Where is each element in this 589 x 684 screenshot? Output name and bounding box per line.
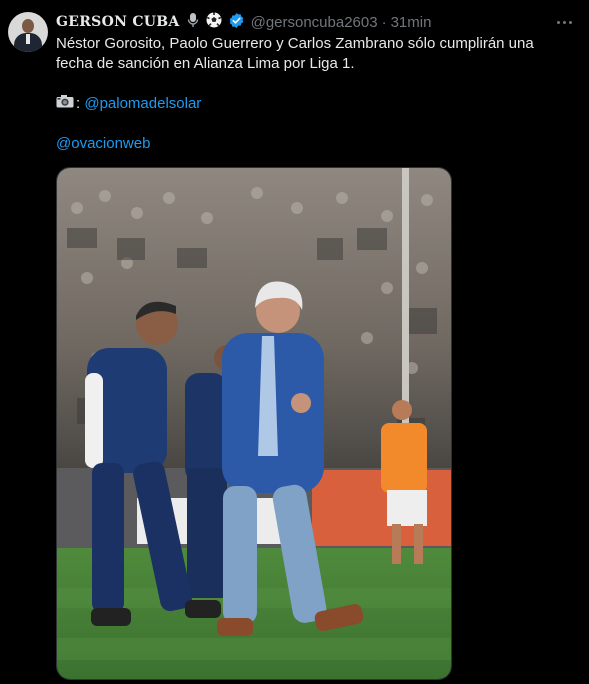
more-options-icon[interactable] (552, 12, 576, 32)
display-name[interactable]: GERSON CUBA (56, 14, 180, 30)
avatar[interactable] (8, 12, 48, 52)
verified-badge-icon[interactable] (228, 12, 245, 33)
tweet-text-line: fecha de sanción en Alianza Lima por Lig… (56, 55, 355, 72)
photo-illustration (57, 168, 451, 679)
avatar-shirt (26, 34, 30, 44)
tweet-text: Néstor Gorosito, Paolo Guerrero y Carlos… (56, 34, 576, 154)
tweet-text-line: Néstor Gorosito, Paolo Guerrero y Carlos… (56, 35, 534, 52)
microphone-icon (186, 12, 200, 32)
separator-dot: · (381, 13, 387, 31)
mention-link[interactable]: @ovacionweb (56, 134, 576, 154)
avatar-head (22, 19, 34, 33)
soccer-ball-icon (206, 12, 222, 32)
photo-credit-prefix: : (76, 95, 81, 112)
tweet-photo[interactable] (56, 167, 452, 680)
photo-credit-link[interactable]: @palomadelsolar (84, 95, 201, 112)
photo-credit: : @palomadelsolar (56, 94, 576, 114)
tweet-header: GERSON CUBA @gersoncuba2603 · 31min (56, 12, 431, 32)
user-handle[interactable]: @gersoncuba2603 (251, 14, 378, 31)
camera-icon (56, 94, 74, 114)
timestamp[interactable]: 31min (391, 14, 432, 31)
tweet[interactable]: GERSON CUBA @gersoncuba2603 · 31min Nést… (0, 0, 589, 684)
